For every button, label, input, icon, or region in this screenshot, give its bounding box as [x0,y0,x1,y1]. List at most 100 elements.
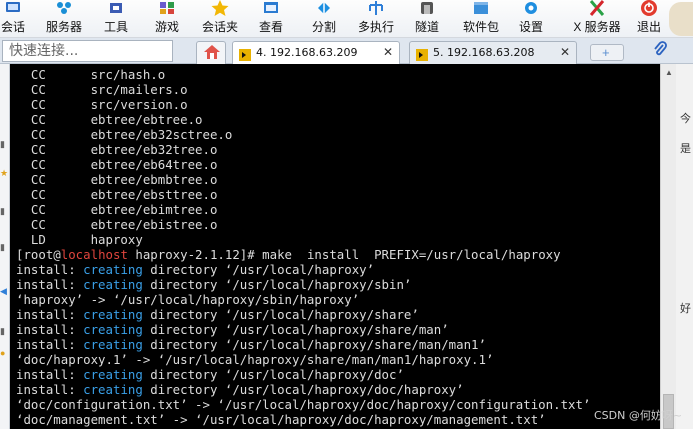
toolbar-item-label: 工具 [103,20,128,34]
terminal-text-segment: ‘doc/haproxy.1’ -> ‘/usr/local/haproxy/s… [16,352,494,367]
toolbar-x-server-button[interactable]: X 服务器 [572,0,622,38]
terminal-text-segment: CC ebtree/ebistree.o [16,217,218,232]
toolbar-tunnel-button[interactable]: 隧道 [414,0,440,38]
terminal-text-segment: CC ebtree/ebmbtree.o [16,172,218,187]
toolbar-item-label: 分割 [311,20,336,34]
terminal-line: install: creating directory ‘/usr/local/… [16,277,411,292]
terminal-tab-icon [416,47,428,61]
toolbar-item-label: 游戏 [154,20,179,34]
packages-icon [471,0,491,17]
terminal-text-segment: creating [83,367,143,382]
terminal-text-segment: install: [16,262,84,277]
toolbar-tools-button[interactable]: 工具 [103,0,129,38]
tab-session-4[interactable]: 4. 192.168.63.209 ✕ [232,41,400,64]
toolbar-servers-button[interactable]: 服务器 [44,0,84,38]
terminal-text-segment: CC ebtree/eb32sctree.o [16,127,233,142]
toolbar-sessions-folder-button[interactable]: 会话夹 [200,0,240,38]
terminal-text-segment: creating [83,382,143,397]
terminal-line: CC ebtree/eb32tree.o [16,142,218,157]
terminal-line: CC ebtree/eb32sctree.o [16,127,232,142]
terminal-text-segment: ‘doc/configuration.txt’ -> ‘/usr/local/h… [16,397,591,412]
terminal-text-segment: CC ebtree/eb32tree.o [16,142,218,157]
terminal-text-segment: creating [83,307,143,322]
terminal-line: ‘doc/management.txt’ -> ‘/usr/local/hapr… [16,412,546,427]
star-icon [210,0,230,17]
tab-label: 4. 192.168.63.209 [256,46,358,59]
attachment-icon[interactable] [652,41,668,64]
terminal-text-segment: ‘haproxy’ -> ‘/usr/local/haproxy/sbin/ha… [16,292,360,307]
toolbar-multi-exec-button[interactable]: 多执行 [356,0,396,38]
terminal-line: ‘haproxy’ -> ‘/usr/local/haproxy/sbin/ha… [16,292,359,307]
view-icon [261,0,281,17]
tab-session-5[interactable]: 5. 192.168.63.208 ✕ [409,41,577,64]
terminal-line: CC ebtree/ebmbtree.o [16,172,218,187]
terminal-line: ‘doc/configuration.txt’ -> ‘/usr/local/h… [16,397,590,412]
toolbar-item-label: 服务器 [45,20,82,34]
toolbar-split-button[interactable]: 分割 [311,0,337,38]
plus-icon: + [602,45,610,60]
toolbar-item-label: 会话夹 [201,20,238,34]
terminal-line: LD haproxy [16,232,143,247]
terminal-text-segment: directory ‘/usr/local/haproxy/share/man’ [142,322,449,337]
terminal-text-segment: CC ebtree/ebtree.o [16,112,203,127]
home-tab[interactable] [196,41,226,64]
toolbar-view-button[interactable]: 查看 [258,0,284,38]
side-char: 好 [680,302,691,315]
toolbar-session-button[interactable]: 会话 [0,0,26,38]
terminal-line: CC src/mailers.o [16,82,188,97]
terminal-text-segment: directory ‘/usr/local/haproxy/sbin’ [142,277,412,292]
session-icon [3,0,23,17]
tunnel-icon [417,0,437,17]
toolbar-item-label: X 服务器 [573,20,621,34]
star-icon: ★ [0,168,9,178]
watermark: CSDN @何妨呀~ [594,409,683,422]
new-tab-button[interactable]: + [590,44,624,61]
terminal-text-segment: install: [16,322,84,337]
terminal-tab-icon [239,47,251,61]
terminal-text-segment: LD haproxy [16,232,143,247]
toolbar-packages-button[interactable]: 软件包 [461,0,501,38]
sidebar-glyph: ▮ [0,242,5,252]
terminal-line: install: creating directory ‘/usr/local/… [16,322,449,337]
sidebar-glyph: ▮ [0,206,5,216]
terminal-text-segment: directory ‘/usr/local/haproxy/share/man/… [142,337,486,352]
terminal-text-segment: directory ‘/usr/local/haproxy’ [142,262,375,277]
terminal-scrollbar[interactable]: ▲ [660,64,676,429]
toolbar-settings-button[interactable]: 设置 [518,0,544,38]
terminal-text-segment: CC ebtree/ebsttree.o [16,187,218,202]
toolbar-item-label: 退出 [636,20,661,34]
terminal-line: CC ebtree/ebimtree.o [16,202,218,217]
multi-exec-icon [366,0,386,17]
sidebar-arrow-icon: ◀ [0,286,7,296]
toolbar-item-label: 查看 [258,20,283,34]
toolbar-games-button[interactable]: 游戏 [154,0,180,38]
terminal-text-segment: creating [83,322,143,337]
terminal-output[interactable]: CC src/hash.o CC src/mailers.o CC src/ve… [10,64,660,429]
scroll-up-icon[interactable]: ▲ [661,64,677,80]
terminal-line: CC src/hash.o [16,67,165,82]
close-icon[interactable]: ✕ [560,42,570,63]
terminal-text-segment: install: [16,367,84,382]
exit-icon [639,0,659,17]
home-icon [204,45,220,66]
terminal-line: CC src/version.o [16,97,188,112]
terminal-text-segment: install: [16,382,84,397]
terminal-text-segment: directory ‘/usr/local/haproxy/doc/haprox… [142,382,464,397]
servers-icon [54,0,74,17]
terminal-text-segment: directory ‘/usr/local/haproxy/share’ [142,307,419,322]
close-icon[interactable]: ✕ [383,42,393,63]
split-icon [314,0,334,17]
terminal-line: install: creating directory ‘/usr/local/… [16,262,374,277]
sidebar-strip: ▮ ★ ▮ ▮ ◀ ▮ ● [0,64,10,429]
toolbar-item-label: 会话 [0,20,25,34]
terminal-line: CC ebtree/ebsttree.o [16,187,218,202]
terminal-text-segment: CC ebtree/ebimtree.o [16,202,218,217]
terminal-text-segment: haproxy-2.1.12]# make install PREFIX=/us… [127,247,561,262]
settings-icon [521,0,541,17]
terminal-text-segment: creating [83,277,143,292]
terminal-text-segment: creating [83,262,143,277]
quick-connect-input[interactable]: 快速连接... [2,40,173,62]
terminal-text-segment: install: [16,307,84,322]
x-server-icon [587,0,607,17]
toolbar-exit-button[interactable]: 退出 [636,0,662,38]
